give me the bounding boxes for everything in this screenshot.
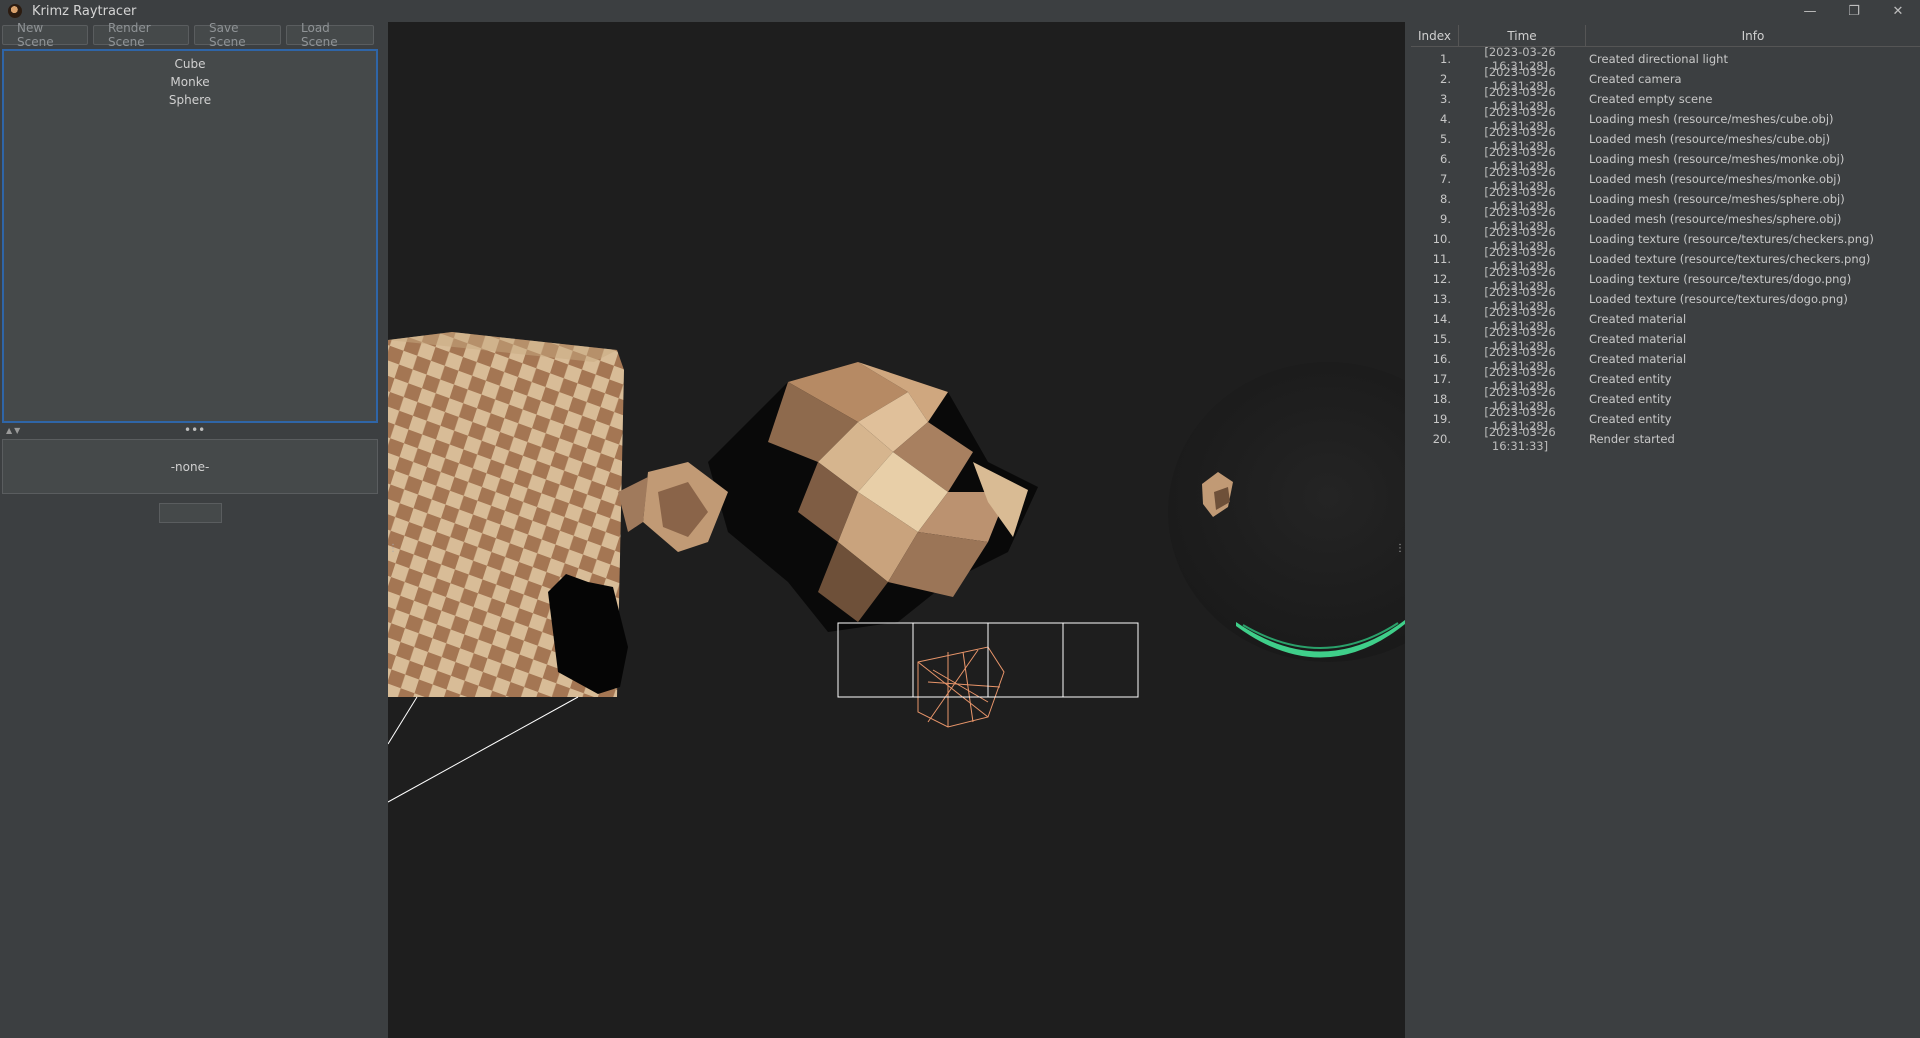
log-info-cell: Loaded texture (resource/textures/checke… [1589, 252, 1871, 266]
log-info-cell: Created entity [1589, 372, 1672, 386]
load-scene-button[interactable]: Load Scene [286, 21, 374, 49]
log-index-cell: 19. [1432, 412, 1451, 426]
list-item[interactable]: Monke [4, 73, 376, 91]
minimize-icon[interactable]: — [1788, 0, 1832, 22]
log-index-cell: 20. [1432, 432, 1451, 446]
drag-handle-icon[interactable]: ••• [184, 423, 205, 437]
column-header-info[interactable]: Info [1586, 25, 1920, 46]
log-info-cell: Created camera [1589, 72, 1682, 86]
render-viewport[interactable]: ⋮ ⋮ [388, 22, 1405, 1038]
log-info-cell: Created material [1589, 332, 1687, 346]
log-info-cell: Loading texture (resource/textures/dogo.… [1589, 272, 1852, 286]
log-index-cell: 11. [1432, 252, 1451, 266]
log-info-cell: Created entity [1589, 412, 1672, 426]
window-controls: — ❐ ✕ [1788, 0, 1920, 22]
right-resize-handle[interactable]: ⋮ [1395, 543, 1405, 554]
collapse-arrows-icon[interactable]: ▲▼ [6, 426, 22, 435]
log-index-cell: 14. [1432, 312, 1451, 326]
window-title: Krimz Raytracer [32, 3, 137, 19]
panel-splitter[interactable]: ▲▼ ••• [2, 423, 378, 437]
log-index-cell: 13. [1432, 292, 1451, 306]
restore-icon[interactable]: ❐ [1832, 0, 1876, 22]
render-tiles [837, 622, 1139, 698]
column-header-index[interactable]: Index [1411, 25, 1459, 46]
log-index-cell: 2. [1440, 72, 1451, 86]
log-index-cell: 18. [1432, 392, 1451, 406]
list-item[interactable]: Cube [4, 55, 376, 73]
log-info-cell: Loaded mesh (resource/meshes/cube.obj) [1589, 132, 1831, 146]
render-scene-button[interactable]: Render Scene [93, 21, 189, 49]
log-index-cell: 4. [1440, 112, 1451, 126]
log-table-body[interactable]: 1. [2023-03-26 16:31:28] Created direction… [1411, 45, 1920, 453]
log-index-cell: 3. [1440, 92, 1451, 106]
column-header-time[interactable]: Time [1459, 25, 1586, 46]
log-info-cell: Loading mesh (resource/meshes/monke.obj) [1589, 152, 1845, 166]
scene-panel: New Scene Render Scene Save Scene Load S… [0, 21, 382, 1038]
log-index-cell: 12. [1432, 272, 1451, 286]
list-item[interactable]: Sphere [4, 91, 376, 109]
log-index-cell: 1. [1440, 52, 1451, 66]
save-scene-button[interactable]: Save Scene [194, 21, 281, 49]
log-info-cell: Created empty scene [1589, 92, 1713, 106]
table-row[interactable]: 20. [2023-03-26 16:31:33] Render started [1411, 425, 1920, 453]
log-info-cell: Created material [1589, 312, 1687, 326]
log-info-cell: Loading texture (resource/textures/check… [1589, 232, 1874, 246]
close-icon[interactable]: ✕ [1876, 0, 1920, 22]
property-box: -none- [2, 439, 378, 494]
log-info-cell: Render started [1589, 432, 1675, 446]
log-index-cell: 7. [1440, 172, 1451, 186]
log-index-cell: 16. [1432, 352, 1451, 366]
log-info-cell: Loaded mesh (resource/meshes/monke.obj) [1589, 172, 1841, 186]
log-index-cell: 10. [1432, 232, 1451, 246]
log-index-cell: 9. [1440, 212, 1451, 226]
selected-object-label: -none- [170, 459, 210, 474]
new-scene-button[interactable]: New Scene [2, 21, 88, 49]
log-info-cell: Loading mesh (resource/meshes/cube.obj) [1589, 112, 1834, 126]
log-panel: Index Time Info 1. [2023-03-26 16:31:28] C… [1411, 22, 1920, 1038]
monkey-object [618, 362, 1038, 632]
log-index-cell: 5. [1440, 132, 1451, 146]
log-index-cell: 17. [1432, 372, 1451, 386]
title-bar: Krimz Raytracer — ❐ ✕ [0, 0, 1920, 22]
log-info-cell: Created directional light [1589, 52, 1728, 66]
log-time-cell: [2023-03-26 16:31:33] [1484, 425, 1556, 453]
scene-render [388, 332, 1405, 803]
log-info-cell: Created material [1589, 352, 1687, 366]
sphere-object [1168, 362, 1405, 662]
scene-object-list[interactable]: Cube Monke Sphere [2, 49, 378, 423]
left-resize-handle[interactable]: ⋮ [388, 543, 398, 554]
apply-button[interactable] [159, 503, 222, 523]
log-info-cell: Loaded texture (resource/textures/dogo.p… [1589, 292, 1848, 306]
cube-object [388, 332, 628, 803]
log-index-cell: 15. [1432, 332, 1451, 346]
scene-toolbar: New Scene Render Scene Save Scene Load S… [2, 21, 374, 49]
log-info-cell: Loading mesh (resource/meshes/sphere.obj… [1589, 192, 1845, 206]
log-index-cell: 8. [1440, 192, 1451, 206]
log-info-cell: Created entity [1589, 392, 1672, 406]
log-table-header: Index Time Info [1411, 25, 1920, 47]
wireframe-mesh [917, 646, 1005, 728]
app-icon [8, 4, 22, 18]
log-index-cell: 6. [1440, 152, 1451, 166]
log-info-cell: Loaded mesh (resource/meshes/sphere.obj) [1589, 212, 1842, 226]
